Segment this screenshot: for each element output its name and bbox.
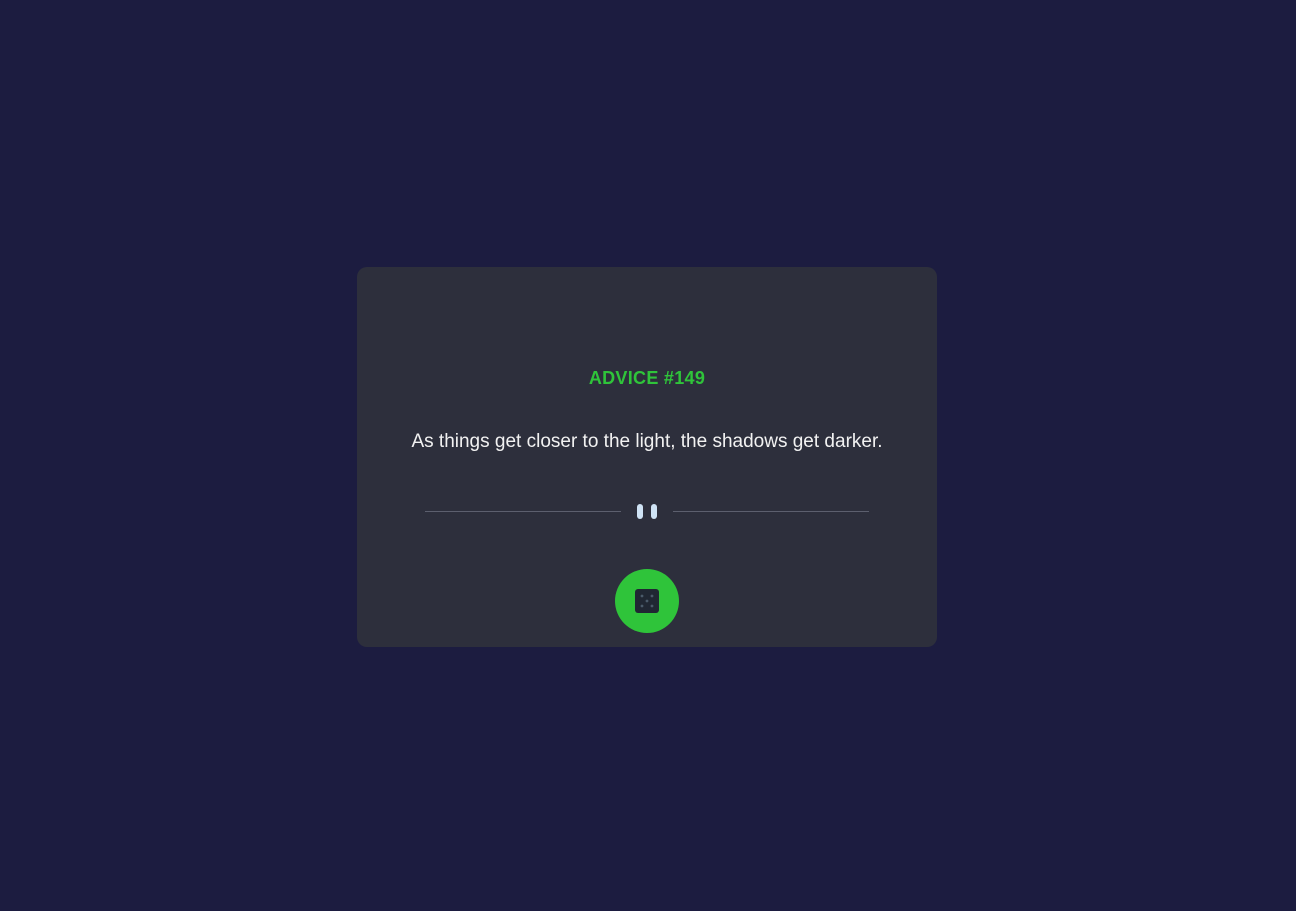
advice-card: ADVICE #149 As things get closer to the … [357, 267, 937, 647]
divider-line-right [673, 511, 869, 512]
divider-line-left [425, 511, 621, 512]
advice-heading: ADVICE #149 [588, 368, 706, 388]
pause-bar-left [637, 504, 643, 519]
pause-icon [637, 504, 657, 519]
advice-quote: As things get closer to the light, the s… [411, 431, 883, 452]
pause-bar-right [651, 504, 657, 519]
generate-advice-button[interactable] [615, 569, 679, 633]
dice-icon [635, 589, 659, 613]
